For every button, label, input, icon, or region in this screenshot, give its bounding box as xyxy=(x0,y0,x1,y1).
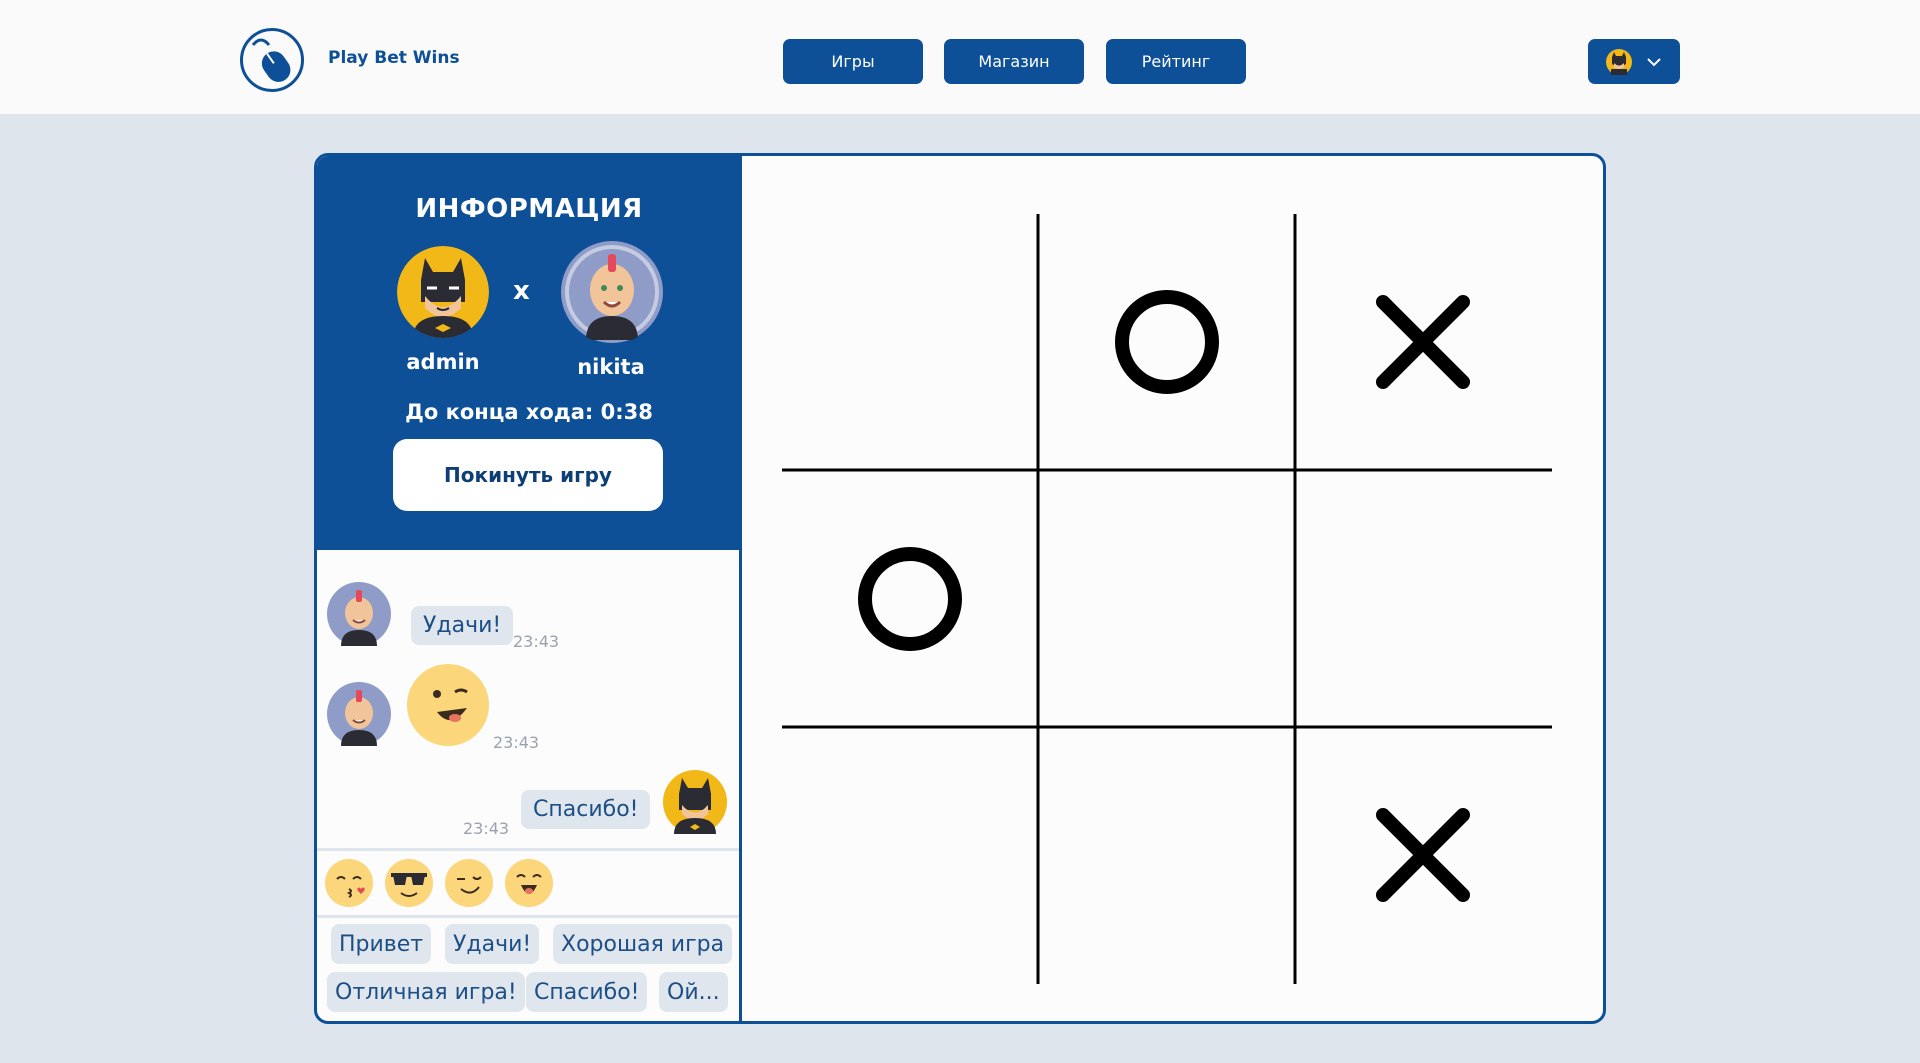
chat-avatar-nikita xyxy=(327,582,391,646)
player2-name: nikita xyxy=(577,355,645,379)
quick-reply-chip[interactable]: Привет xyxy=(331,924,432,964)
sunglasses-emoji-icon[interactable] xyxy=(385,859,433,907)
leave-game-button[interactable]: Покинуть игру xyxy=(393,439,663,511)
board-cell[interactable] xyxy=(1295,727,1551,983)
nav-games-button[interactable]: Игры xyxy=(783,39,923,84)
quick-replies: Привет Удачи! Хорошая игра Отличная игра… xyxy=(317,918,739,1021)
winking-emoji-icon xyxy=(407,664,489,746)
chat-avatar-admin xyxy=(663,770,727,834)
logo-icon[interactable] xyxy=(240,28,304,92)
chevron-down-icon xyxy=(1647,57,1661,66)
board-cell[interactable] xyxy=(1295,471,1551,727)
chat-message-time: 23:43 xyxy=(493,733,540,752)
game-card: ИНФОРМАЦИЯ admin x nikita До конца хода:… xyxy=(314,153,1606,1024)
versus-label: x xyxy=(513,276,530,306)
panel-divider xyxy=(739,156,742,1021)
laugh-emoji-icon[interactable] xyxy=(505,859,553,907)
chat-message-time: 23:43 xyxy=(463,819,510,838)
o-mark xyxy=(858,547,962,651)
info-panel: ИНФОРМАЦИЯ admin x nikita До конца хода:… xyxy=(317,156,741,550)
board-cell[interactable] xyxy=(782,471,1038,727)
top-header: Play Bet Wins Игры Магазин Рейтинг xyxy=(0,0,1920,114)
info-title: ИНФОРМАЦИЯ xyxy=(415,194,643,224)
player2-avatar[interactable] xyxy=(560,240,664,344)
chat-avatar-nikita xyxy=(327,682,391,746)
logo-text[interactable]: Play Bet Wins xyxy=(328,48,460,68)
chat-message-time: 23:43 xyxy=(513,632,560,651)
x-mark xyxy=(1376,295,1470,389)
chat-log[interactable]: Удачи! 23:43 23:43 23:43 Спасибо! xyxy=(317,550,739,848)
emoji-picker xyxy=(317,848,739,918)
nav-shop-button[interactable]: Магазин xyxy=(944,39,1084,84)
x-mark xyxy=(1376,808,1470,902)
player1-name: admin xyxy=(406,350,480,374)
chat-message-bubble: Удачи! xyxy=(411,606,514,645)
board-cell[interactable] xyxy=(1039,471,1295,727)
kiss-emoji-icon[interactable] xyxy=(325,859,373,907)
player1-avatar[interactable] xyxy=(397,246,489,338)
board-cell[interactable] xyxy=(782,214,1038,470)
wink-emoji-icon[interactable] xyxy=(445,859,493,907)
quick-reply-chip[interactable]: Удачи! xyxy=(445,924,540,964)
board-cell[interactable] xyxy=(1039,727,1295,983)
user-menu-button[interactable] xyxy=(1588,39,1680,84)
o-mark xyxy=(1115,290,1219,394)
nav-rating-button[interactable]: Рейтинг xyxy=(1106,39,1246,84)
quick-reply-chip[interactable]: Хорошая игра xyxy=(553,924,733,964)
turn-timer: До конца хода: 0:38 xyxy=(405,400,653,424)
tic-tac-toe-board xyxy=(782,214,1552,984)
board-cell[interactable] xyxy=(1039,214,1295,470)
user-avatar-icon xyxy=(1606,48,1632,75)
quick-reply-chip[interactable]: Спасибо! xyxy=(526,972,648,1012)
board-cell[interactable] xyxy=(1295,214,1551,470)
quick-reply-chip[interactable]: Отличная игра! xyxy=(327,972,525,1012)
board-cell[interactable] xyxy=(782,727,1038,983)
chat-message-bubble: Спасибо! xyxy=(521,790,651,829)
quick-reply-chip[interactable]: Ой... xyxy=(659,972,728,1012)
